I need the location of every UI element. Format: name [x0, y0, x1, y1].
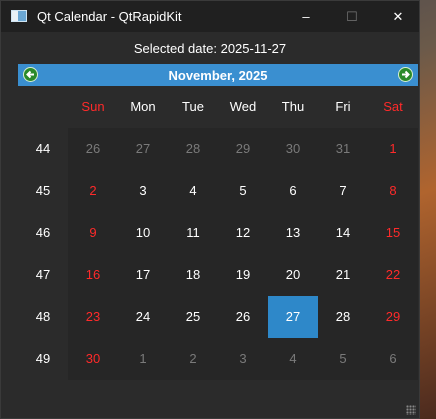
day-cell[interactable]: 4	[268, 338, 318, 380]
day-cell[interactable]: 22	[368, 254, 418, 296]
week-row: 48 23 24 25 26 27 28 29	[18, 296, 419, 338]
weekday-header-row: Sun Mon Tue Wed Thu Fri Sat	[18, 86, 419, 128]
week-number: 44	[35, 141, 51, 156]
weekday-header: Sun	[68, 86, 118, 128]
day-cell[interactable]: 25	[168, 296, 218, 338]
minimize-icon: –	[302, 9, 310, 24]
window-title: Qt Calendar - QtRapidKit	[37, 9, 182, 24]
week-row: 46 9 10 11 12 13 14 15	[18, 212, 419, 254]
day-cell[interactable]: 7	[318, 170, 368, 212]
weekday-header: Thu	[268, 86, 318, 128]
day-cell[interactable]: 20	[268, 254, 318, 296]
day-cell[interactable]: 14	[318, 212, 368, 254]
right-arrow-icon	[402, 70, 410, 79]
minimize-button[interactable]: –	[283, 1, 329, 32]
maximize-icon: ☐	[346, 8, 358, 24]
calendar-window: Qt Calendar - QtRapidKit – ☐ ✕ Selected …	[0, 0, 420, 419]
day-cell[interactable]: 19	[218, 254, 268, 296]
day-cell[interactable]: 5	[218, 170, 268, 212]
day-cell[interactable]: 11	[168, 212, 218, 254]
week-number: 46	[35, 225, 51, 240]
week-row: 47 16 17 18 19 20 21 22	[18, 254, 419, 296]
calendar-grid: Sun Mon Tue Wed Thu Fri Sat 44 26 27 28 29 30 31 1 45 2…	[18, 86, 419, 380]
day-cell[interactable]: 2	[68, 170, 118, 212]
title-bar: Qt Calendar - QtRapidKit – ☐ ✕	[1, 1, 419, 32]
day-cell[interactable]: 29	[368, 296, 418, 338]
day-cell[interactable]: 28	[168, 128, 218, 170]
week-number: 47	[35, 267, 51, 282]
day-cell[interactable]: 24	[118, 296, 168, 338]
day-cell[interactable]: 23	[68, 296, 118, 338]
next-month-button[interactable]	[398, 67, 413, 82]
day-cell[interactable]: 13	[268, 212, 318, 254]
day-cell[interactable]: 3	[118, 170, 168, 212]
week-row: 49 30 1 2 3 4 5 6	[18, 338, 419, 380]
day-cell[interactable]: 12	[218, 212, 268, 254]
day-cell[interactable]: 30	[68, 338, 118, 380]
day-cell[interactable]: 29	[218, 128, 268, 170]
day-cell[interactable]: 8	[368, 170, 418, 212]
resize-grip[interactable]	[406, 405, 416, 415]
close-button[interactable]: ✕	[375, 1, 421, 32]
week-number: 48	[35, 309, 51, 324]
month-year-label[interactable]: November, 2025	[18, 68, 418, 83]
day-cell[interactable]: 9	[68, 212, 118, 254]
selected-day-cell[interactable]: 27	[268, 296, 318, 338]
day-cell[interactable]: 31	[318, 128, 368, 170]
close-icon: ✕	[392, 8, 404, 24]
day-cell[interactable]: 16	[68, 254, 118, 296]
day-cell[interactable]: 26	[68, 128, 118, 170]
day-cell[interactable]: 4	[168, 170, 218, 212]
calendar-navigation-bar: November, 2025	[18, 64, 418, 86]
day-cell[interactable]: 27	[118, 128, 168, 170]
week-number: 49	[35, 351, 51, 366]
maximize-button[interactable]: ☐	[329, 1, 375, 32]
day-cell[interactable]: 1	[118, 338, 168, 380]
day-cell[interactable]: 21	[318, 254, 368, 296]
app-icon	[11, 10, 27, 22]
weekday-header: Sat	[368, 86, 418, 128]
selected-date-label: Selected date: 2025-11-27	[133, 41, 287, 56]
day-cell[interactable]: 5	[318, 338, 368, 380]
week-number: 45	[35, 183, 51, 198]
day-cell[interactable]: 17	[118, 254, 168, 296]
day-cell[interactable]: 6	[268, 170, 318, 212]
day-cell[interactable]: 28	[318, 296, 368, 338]
day-cell[interactable]: 30	[268, 128, 318, 170]
day-cell[interactable]: 2	[168, 338, 218, 380]
day-cell[interactable]: 6	[368, 338, 418, 380]
day-cell[interactable]: 15	[368, 212, 418, 254]
day-cell[interactable]: 18	[168, 254, 218, 296]
weekday-header: Tue	[168, 86, 218, 128]
day-cell[interactable]: 26	[218, 296, 268, 338]
day-cell[interactable]: 3	[218, 338, 268, 380]
weekday-header: Wed	[218, 86, 268, 128]
weekday-header: Fri	[318, 86, 368, 128]
day-cell[interactable]: 10	[118, 212, 168, 254]
weekday-header: Mon	[118, 86, 168, 128]
week-row: 44 26 27 28 29 30 31 1	[18, 128, 419, 170]
week-row: 45 2 3 4 5 6 7 8	[18, 170, 419, 212]
day-cell[interactable]: 1	[368, 128, 418, 170]
